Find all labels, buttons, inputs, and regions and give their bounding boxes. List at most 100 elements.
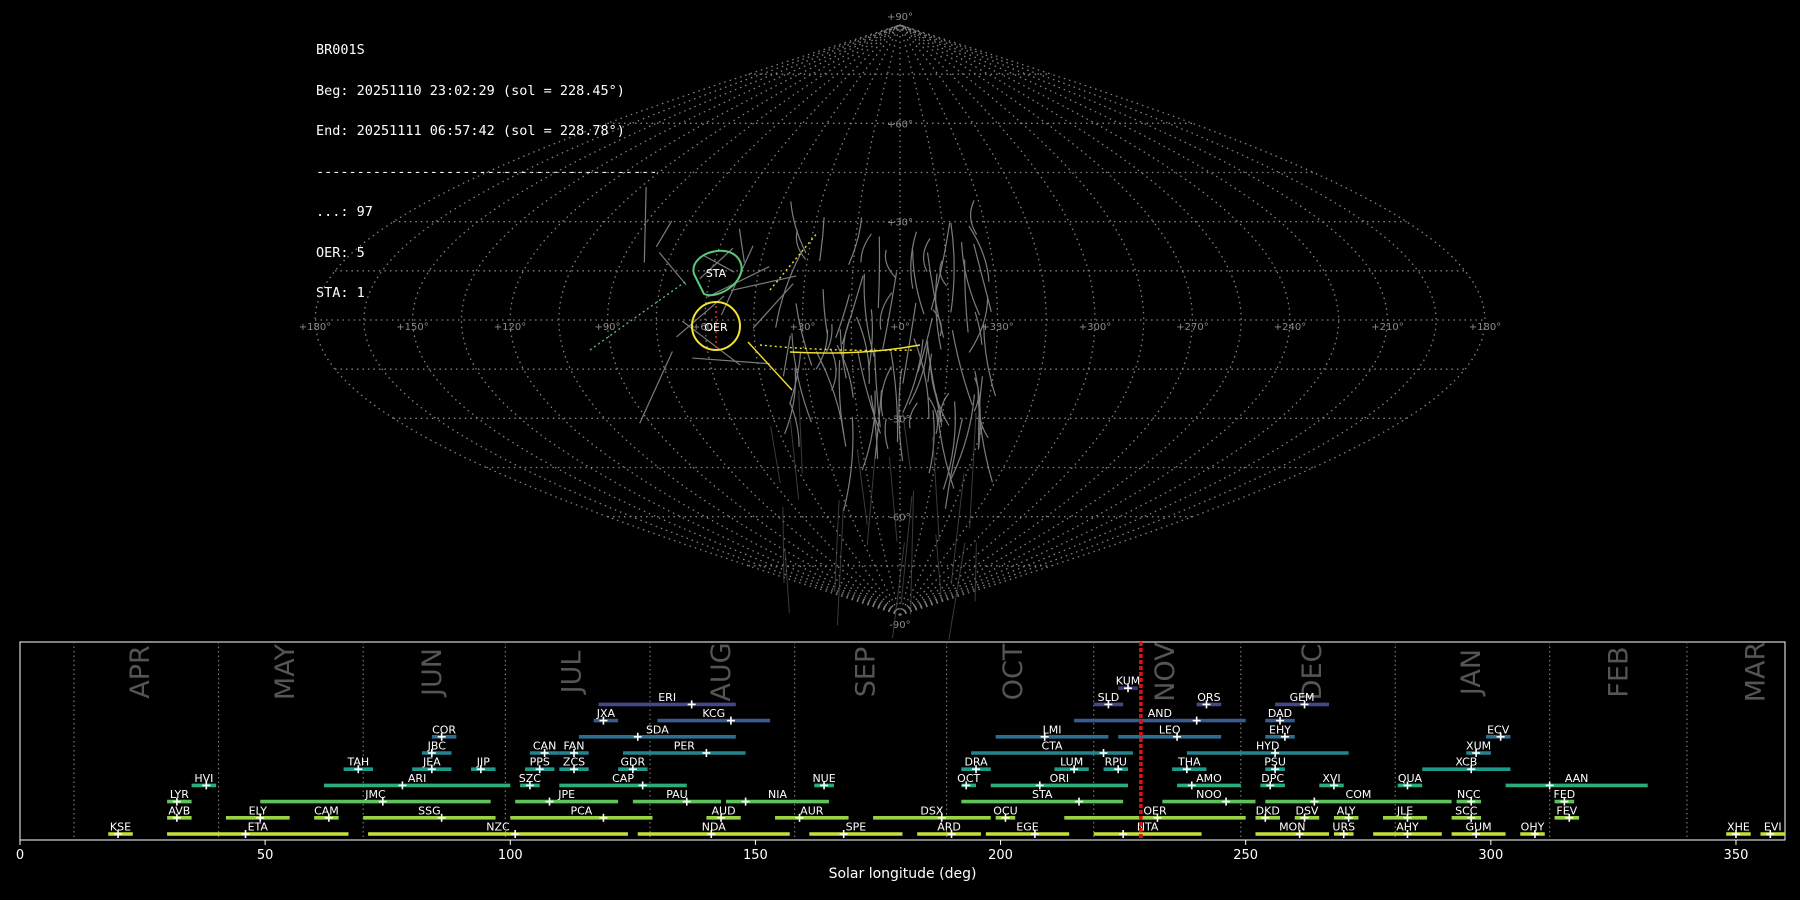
shower-label: EGE <box>1016 821 1038 834</box>
shower-label: PER <box>674 740 696 753</box>
shower-label: CAN <box>533 740 556 753</box>
month-label: MAR <box>1741 642 1772 703</box>
shower-label: JXA <box>596 707 616 720</box>
shower-timeline: APR MAY JUN JUL AUG SEP OCT NOV DEC JAN FEB MARKUME… <box>16 641 1786 882</box>
shower-urs: URS <box>1332 821 1355 838</box>
shower-label: AVB <box>168 804 190 817</box>
shower-tah: TAH <box>343 756 373 774</box>
shower-kse: KSE <box>108 821 133 838</box>
shower-label: ZCS <box>563 756 585 769</box>
shower-lyr: LYR <box>167 788 192 806</box>
shower-dpc: DPC <box>1260 772 1285 790</box>
shower-label: ORI <box>1050 772 1070 785</box>
shower-label: NUE <box>812 772 835 785</box>
month-label: JUL <box>557 651 588 696</box>
shower-label: ERI <box>658 691 676 704</box>
shower-zcs: ZCS <box>559 756 589 774</box>
shower-gdr: GDR <box>618 756 648 774</box>
shower-ehy: EHY <box>1265 723 1295 741</box>
shower-label: CAP <box>612 772 634 785</box>
shower-label: SLD <box>1098 691 1120 704</box>
x-axis-label: Solar longitude (deg) <box>829 866 977 882</box>
shower-sld: SLD <box>1093 691 1124 709</box>
shower-label: AHY <box>1396 821 1419 834</box>
shower-ecv: ECV <box>1485 723 1511 741</box>
shower-aud: AUD <box>706 804 741 822</box>
shower-qua: QUA <box>1397 772 1423 790</box>
month-label: APR <box>125 645 156 699</box>
shower-label: STA <box>1032 788 1053 801</box>
x-tick-label: 0 <box>16 848 24 863</box>
shower-label: LEO <box>1159 723 1181 736</box>
shower-evi: EVI <box>1760 821 1785 838</box>
shower-cam: CAM <box>314 804 339 822</box>
shower-label: NOO <box>1196 788 1222 801</box>
shower-label: SDA <box>646 723 669 736</box>
shower-label: RPU <box>1105 756 1127 769</box>
shower-xum: XUM <box>1466 740 1491 757</box>
shower-psu: PSU <box>1264 756 1286 774</box>
shower-label: ALY <box>1337 804 1356 817</box>
shower-hvi: HVI <box>191 772 217 790</box>
shower-label: CTA <box>1041 740 1063 753</box>
shower-label: KUM <box>1116 675 1140 688</box>
shower-label: ARI <box>408 772 426 785</box>
shower-label: COM <box>1346 788 1372 801</box>
shower-label: AAN <box>1565 772 1589 785</box>
x-tick-label: 350 <box>1724 848 1749 863</box>
shower-xvi: XVI <box>1319 772 1344 790</box>
shower-label: EHY <box>1269 723 1291 736</box>
shower-ohy: OHY <box>1520 821 1545 838</box>
shower-avb: AVB <box>167 804 192 822</box>
shower-label: CAM <box>314 804 339 817</box>
shower-label: URS <box>1332 821 1355 834</box>
shower-label: ELY <box>249 804 268 817</box>
shower-label: SZC <box>519 772 542 785</box>
shower-label: KCG <box>702 707 725 720</box>
shower-label: DRA <box>964 756 988 769</box>
shower-fan: FAN <box>559 740 589 757</box>
shower-label: AND <box>1148 707 1172 720</box>
shower-label: KSE <box>110 821 131 834</box>
shower-label: LUM <box>1060 756 1083 769</box>
shower-label: SCC <box>1455 804 1478 817</box>
shower-label: PCA <box>570 804 592 817</box>
shower-rpu: RPU <box>1103 756 1129 774</box>
shower-label: XCB <box>1455 756 1477 769</box>
shower-label: PAU <box>666 788 688 801</box>
shower-label: NIA <box>768 788 787 801</box>
x-tick-label: 300 <box>1478 848 1503 863</box>
shower-label: FED <box>1554 788 1576 801</box>
shower-xhe: XHE <box>1726 821 1751 838</box>
shower-label: SPE <box>846 821 867 834</box>
shower-label: FAN <box>563 740 584 753</box>
x-tick-label: 200 <box>988 848 1013 863</box>
shower-nue: NUE <box>812 772 836 790</box>
shower-label: AUR <box>800 804 824 817</box>
shower-label: TAH <box>346 756 369 769</box>
month-label: JAN <box>1456 649 1487 697</box>
shower-label: COR <box>432 723 456 736</box>
shower-label: DPC <box>1261 772 1284 785</box>
x-tick-label: 250 <box>1233 848 1258 863</box>
shower-label: DKD <box>1256 804 1280 817</box>
shower-label: XVI <box>1322 772 1340 785</box>
shower-label: GUM <box>1466 821 1492 834</box>
shower-label: XUM <box>1466 740 1491 753</box>
shower-label: DAD <box>1268 707 1292 720</box>
month-label: OCT <box>998 643 1029 700</box>
shower-dad: DAD <box>1265 707 1295 725</box>
x-tick-label: 150 <box>743 848 768 863</box>
month-label: SEP <box>851 647 882 697</box>
shower-label: ORS <box>1197 691 1220 704</box>
shower-fed: FED <box>1554 788 1576 806</box>
x-tick-label: 50 <box>257 848 274 863</box>
shower-label: OHY <box>1521 821 1545 834</box>
shower-label: HYD <box>1256 740 1279 753</box>
shower-szc: SZC <box>519 772 542 790</box>
shower-label: AMO <box>1196 772 1222 785</box>
shower-label: OCT <box>957 772 980 785</box>
shower-label: JLE <box>1396 804 1413 817</box>
shower-label: THA <box>1177 756 1201 769</box>
shower-label: LMI <box>1043 723 1062 736</box>
